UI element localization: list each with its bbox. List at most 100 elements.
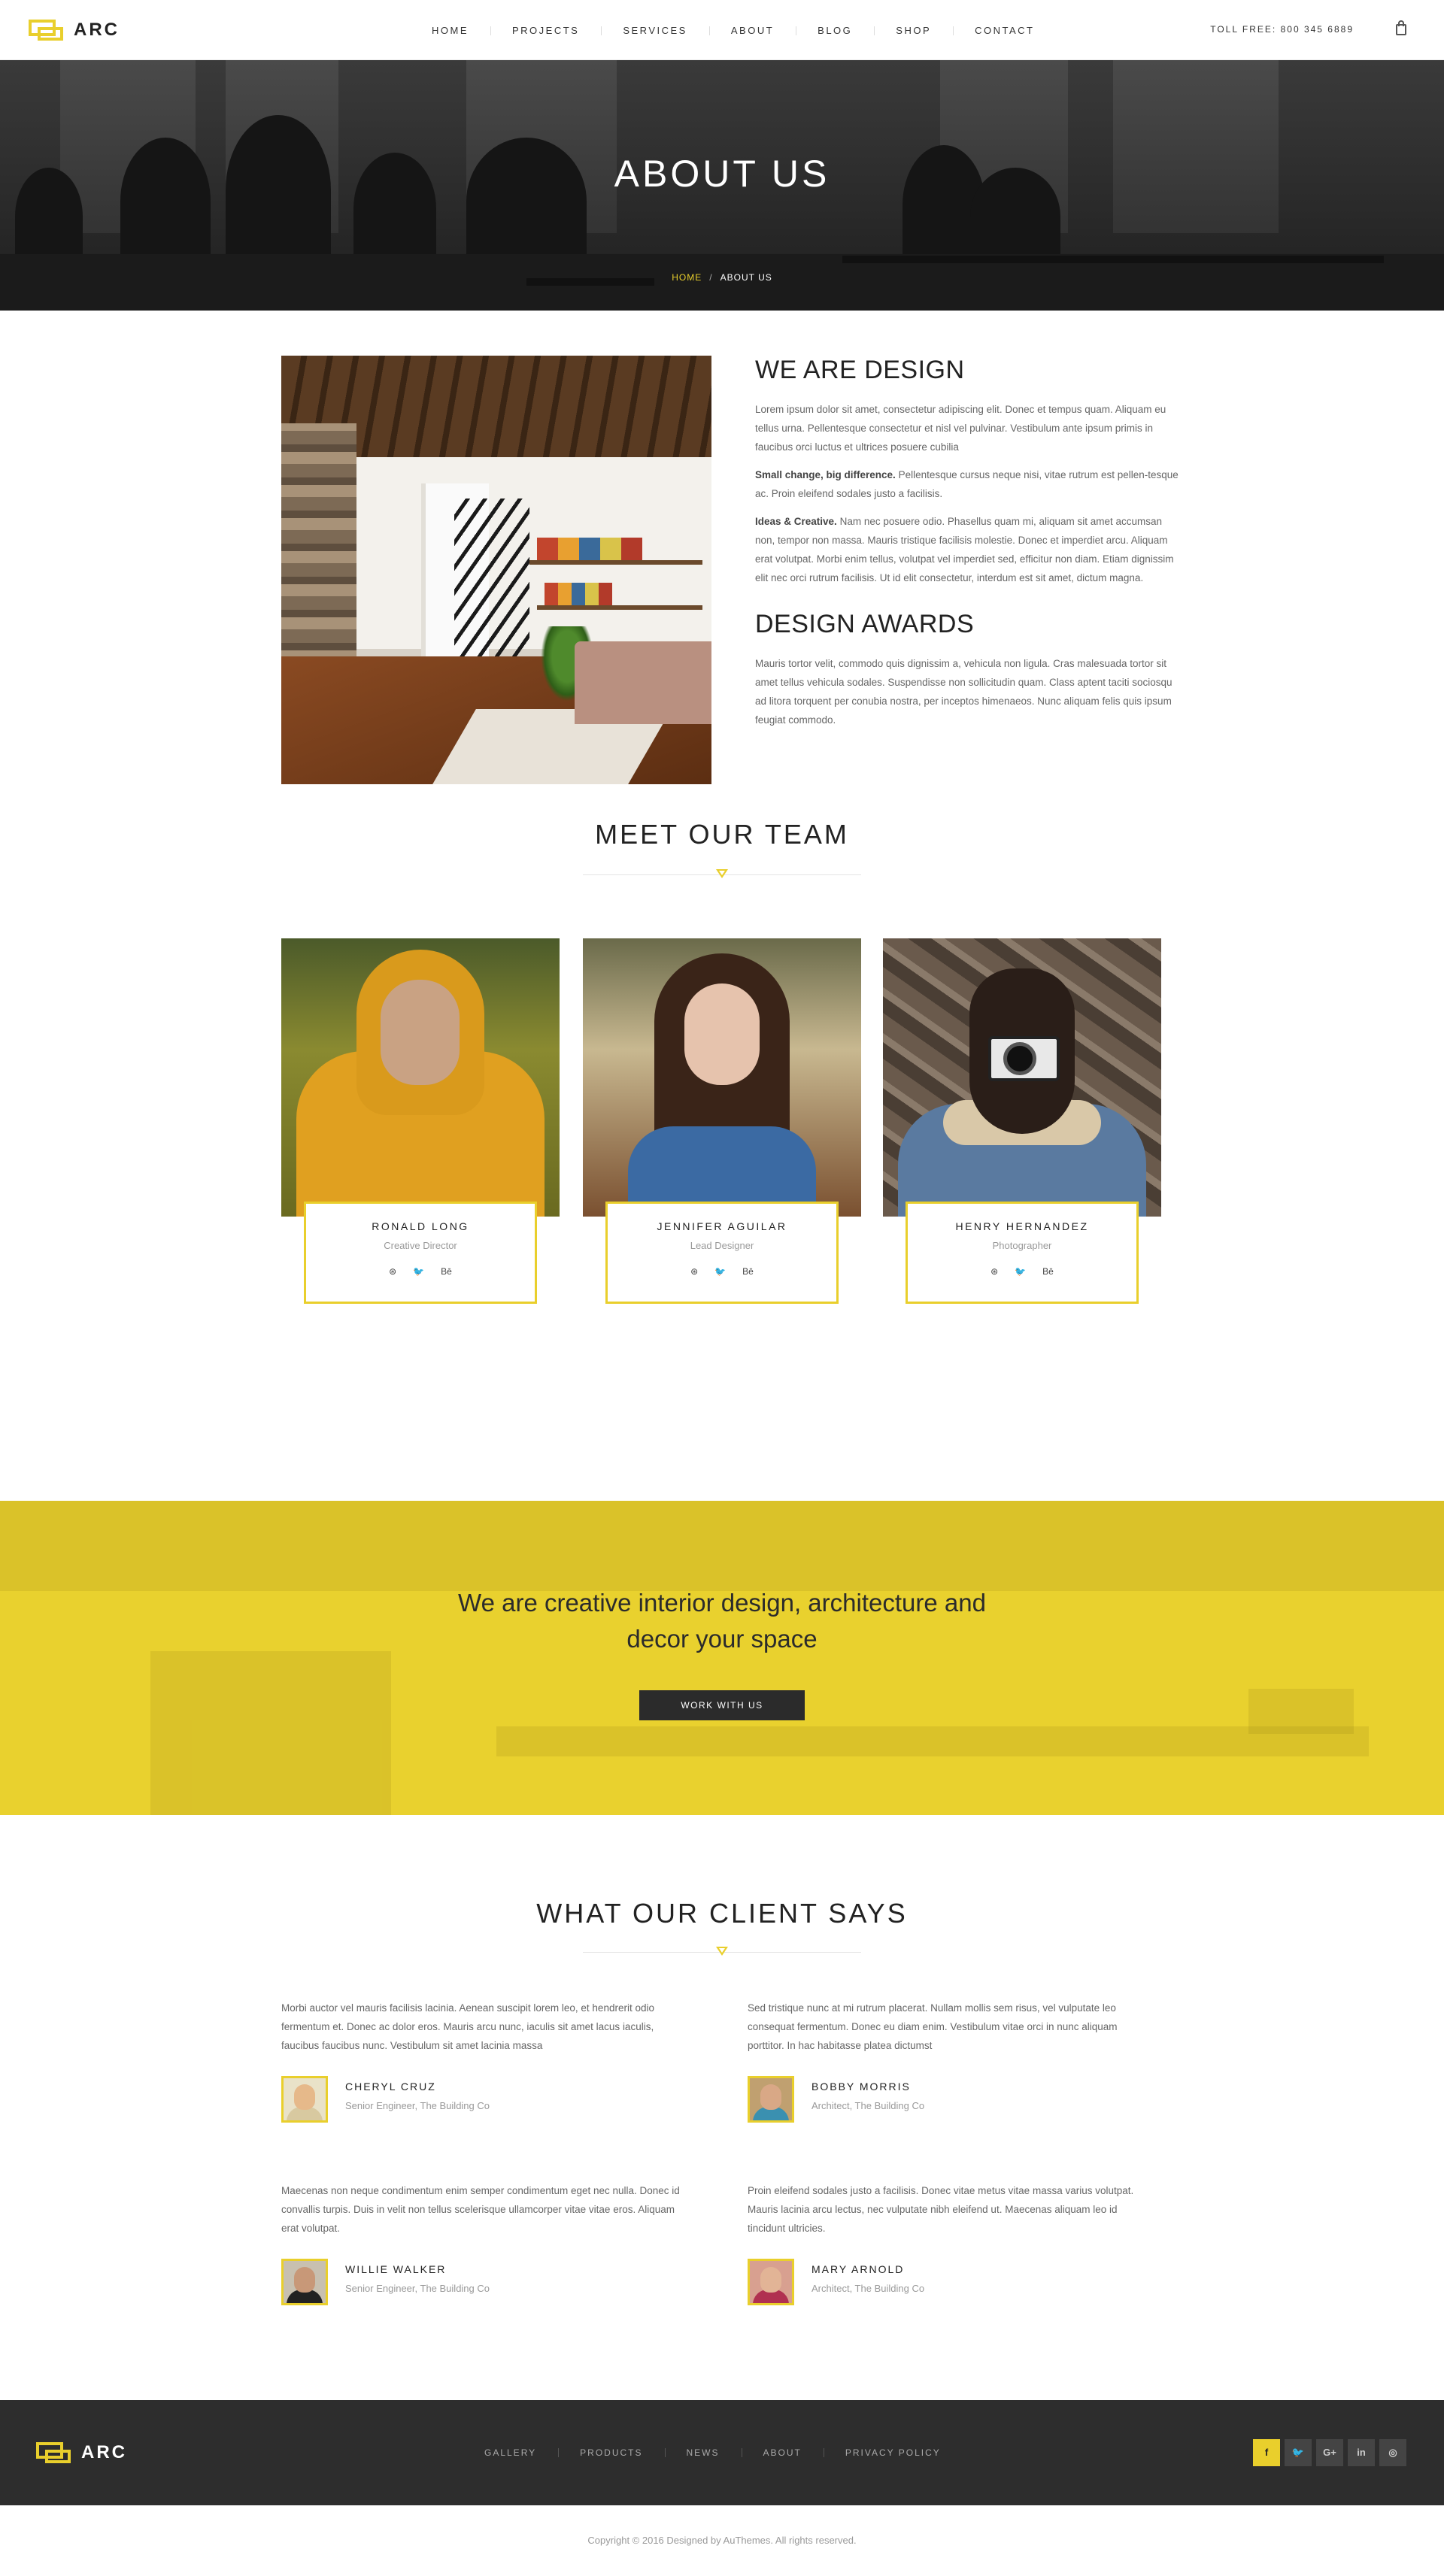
cta-headline: We are creative interior design, archite…	[0, 1585, 1444, 1657]
testimonial-author: BOBBY MORRIS Architect, The Building Co	[748, 2076, 1154, 2124]
logo-mark-icon	[36, 2441, 72, 2465]
team-section: MEET OUR TEAM RONALD LONG Creative Direc…	[0, 819, 1444, 1304]
footer-link-about[interactable]: ABOUT	[741, 2447, 824, 2458]
author-name: WILLIE WALKER	[345, 2263, 447, 2275]
cta-backdrop	[1248, 1689, 1354, 1734]
footer-link-news[interactable]: NEWS	[664, 2447, 742, 2458]
nav-services[interactable]: SERVICES	[601, 25, 709, 36]
avatar	[281, 2076, 328, 2123]
footer-socials: f 🐦 G+ in ◎	[1253, 2439, 1406, 2466]
footer-link-products[interactable]: PRODUCTS	[558, 2447, 664, 2458]
breadcrumb: HOME / ABOUT US	[0, 272, 1444, 283]
section-divider	[583, 867, 861, 882]
dribbble-icon[interactable]: ⊛	[690, 1266, 698, 1277]
toll-free-number: TOLL FREE: 800 345 6889	[1210, 24, 1354, 35]
breadcrumb-current: ABOUT US	[720, 272, 772, 283]
nav-home[interactable]: HOME	[410, 25, 490, 36]
member-name: HENRY HERNANDEZ	[955, 1220, 1089, 1232]
brand-name: ARC	[81, 2442, 127, 2462]
testimonials-title: WHAT OUR CLIENT SAYS	[536, 1898, 908, 1929]
member-socials: ⊛ 🐦 Bē	[608, 1266, 836, 1277]
nav-about[interactable]: ABOUT	[708, 25, 796, 36]
logo-mark-icon	[29, 18, 65, 42]
behance-icon[interactable]: Bē	[441, 1266, 452, 1277]
work-with-us-button[interactable]: WORK WITH US	[639, 1690, 805, 1720]
testimonial-quote: Sed tristique nunc at mi rutrum placerat…	[748, 2002, 1118, 2051]
page-title: ABOUT US	[614, 153, 830, 195]
footer-link-gallery[interactable]: GALLERY	[463, 2447, 558, 2458]
cta-backdrop	[0, 1501, 1444, 1591]
about-paragraph-lead: Small change, big difference.	[755, 469, 896, 480]
about-paragraph-lead: Ideas & Creative.	[755, 516, 837, 527]
nav-contact[interactable]: CONTACT	[953, 25, 1056, 36]
twitter-icon[interactable]: 🐦	[714, 1266, 726, 1277]
footer-link-privacy[interactable]: PRIVACY POLICY	[823, 2447, 963, 2458]
member-name: JENNIFER AGUILAR	[657, 1220, 787, 1232]
section-divider	[583, 1944, 861, 1959]
copyright: Copyright © 2016 Designed by AuThemes. A…	[0, 2505, 1444, 2576]
twitter-icon[interactable]: 🐦	[1285, 2439, 1312, 2466]
brand-logo[interactable]: ARC	[29, 17, 120, 44]
member-role: Creative Director	[384, 1240, 457, 1251]
cta-banner: We are creative interior design, archite…	[0, 1501, 1444, 1815]
testimonial: Maecenas non neque condimentum enim semp…	[281, 2181, 687, 2307]
about-heading: WE ARE DESIGN	[755, 356, 965, 384]
member-socials: ⊛ 🐦 Bē	[306, 1266, 535, 1277]
cta-line-1: We are creative interior design, archite…	[458, 1589, 986, 1617]
footer-logo[interactable]: ARC	[36, 2439, 127, 2466]
hero-table	[842, 256, 1384, 263]
shopping-bag-icon[interactable]	[1394, 20, 1408, 36]
behance-icon[interactable]: Bē	[742, 1266, 754, 1277]
testimonial: Morbi auctor vel mauris facilisis lacini…	[281, 1999, 687, 2124]
member-card: HENRY HERNANDEZ Photographer ⊛ 🐦 Bē	[906, 1202, 1139, 1304]
member-photo	[583, 938, 861, 1217]
author-role: Senior Engineer, The Building Co	[345, 2283, 490, 2294]
breadcrumb-separator: /	[709, 272, 713, 283]
cta-backdrop	[496, 1726, 1369, 1756]
testimonial: Sed tristique nunc at mi rutrum placerat…	[748, 1999, 1154, 2124]
nav-shop[interactable]: SHOP	[874, 25, 953, 36]
dribbble-icon[interactable]: ⊛	[389, 1266, 396, 1277]
testimonial-author: WILLIE WALKER Senior Engineer, The Build…	[281, 2259, 687, 2307]
facebook-icon[interactable]: f	[1253, 2439, 1280, 2466]
dribbble-icon[interactable]: ⊛	[990, 1266, 998, 1277]
brand-name: ARC	[74, 20, 120, 40]
awards-paragraph: Mauris tortor velit, commodo quis dignis…	[755, 658, 1172, 726]
author-role: Senior Engineer, The Building Co	[345, 2100, 490, 2111]
team-member: JENNIFER AGUILAR Lead Designer ⊛ 🐦 Bē	[583, 938, 861, 1304]
testimonial: Proin eleifend sodales justo a facilisis…	[748, 2181, 1154, 2307]
testimonials-section: WHAT OUR CLIENT SAYS Morbi auctor vel ma…	[0, 1815, 1444, 2400]
nav-blog[interactable]: BLOG	[796, 25, 874, 36]
about-section: WE ARE DESIGN Lorem ipsum dolor sit amet…	[0, 311, 1444, 819]
testimonial-author: CHERYL CRUZ Senior Engineer, The Buildin…	[281, 2076, 687, 2124]
team-title: MEET OUR TEAM	[595, 819, 849, 850]
member-role: Photographer	[992, 1240, 1052, 1251]
testimonial-author: MARY ARNOLD Architect, The Building Co	[748, 2259, 1154, 2307]
member-photo	[883, 938, 1161, 1217]
about-paragraph-ideas: Ideas & Creative. Nam nec posuere odio. …	[755, 512, 1181, 587]
testimonial-quote: Maecenas non neque condimentum enim semp…	[281, 2185, 680, 2234]
linkedin-icon[interactable]: in	[1348, 2439, 1375, 2466]
member-photo	[281, 938, 560, 1217]
google-plus-icon[interactable]: G+	[1316, 2439, 1343, 2466]
page-hero: ABOUT US HOME / ABOUT US	[0, 60, 1444, 311]
team-spacer	[0, 1272, 1444, 1501]
instagram-icon[interactable]: ◎	[1379, 2439, 1406, 2466]
member-card: JENNIFER AGUILAR Lead Designer ⊛ 🐦 Bē	[605, 1202, 839, 1304]
cta-line-2: decor your space	[626, 1625, 818, 1653]
nav-projects[interactable]: PROJECTS	[490, 25, 601, 36]
triangle-icon	[716, 1947, 728, 1956]
author-name: CHERYL CRUZ	[345, 2080, 436, 2093]
interior-photo	[281, 356, 711, 784]
avatar	[748, 2076, 794, 2123]
site-footer: ARC GALLERY PRODUCTS NEWS ABOUT PRIVACY …	[0, 2400, 1444, 2505]
twitter-icon[interactable]: 🐦	[1015, 1266, 1026, 1277]
author-role: Architect, The Building Co	[811, 2283, 925, 2294]
breadcrumb-home[interactable]: HOME	[672, 272, 702, 283]
avatar	[748, 2259, 794, 2305]
testimonial-quote: Morbi auctor vel mauris facilisis lacini…	[281, 2002, 654, 2051]
twitter-icon[interactable]: 🐦	[413, 1266, 424, 1277]
triangle-icon	[716, 869, 728, 878]
behance-icon[interactable]: Bē	[1042, 1266, 1054, 1277]
member-name: RONALD LONG	[372, 1220, 469, 1232]
